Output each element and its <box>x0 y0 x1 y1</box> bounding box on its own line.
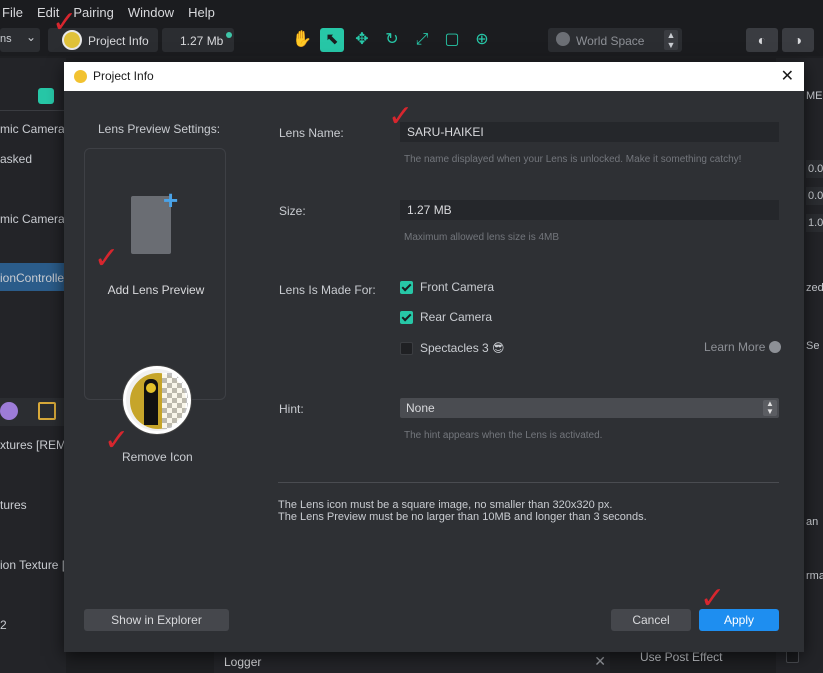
lens-name-value: SARU-HAIKEI <box>407 125 484 139</box>
annotation-checkmark: ✓ <box>388 100 414 133</box>
hint-label: Hint: <box>279 402 304 416</box>
inspector-value[interactable]: 1.0 <box>806 214 823 232</box>
list-item[interactable]: mic Camera <box>0 212 65 226</box>
transparency-icon <box>162 373 188 429</box>
list-item[interactable]: ionControlle <box>0 271 64 285</box>
spectacles-checkbox[interactable] <box>400 342 413 355</box>
cancel-button[interactable]: Cancel <box>611 609 691 631</box>
logger-panel: Logger ✕ <box>214 650 610 673</box>
project-size-text: 1.27 Mb <box>180 34 224 48</box>
rect-icon[interactable]: ▢ <box>440 28 464 52</box>
globe-icon <box>556 32 570 46</box>
dialog-titlebar: Project Info ✕ <box>64 62 804 91</box>
panel-divider <box>0 110 66 111</box>
snapchat-icon <box>74 70 87 83</box>
preview-settings-heading: Lens Preview Settings: <box>98 122 221 136</box>
updown-arrows-icon: ▲ ▼ <box>763 400 777 416</box>
logger-title: Logger <box>224 655 262 669</box>
spectacles-label: Spectacles 3 <box>420 341 489 355</box>
menu-pairing[interactable]: Pairing <box>73 5 113 20</box>
list-item[interactable]: 2 <box>0 618 7 632</box>
preview-button[interactable]: ◐ <box>746 28 778 52</box>
hint-select[interactable]: None ▲ ▼ <box>400 398 779 418</box>
remove-icon-link[interactable]: Remove Icon <box>122 450 193 464</box>
annotation-checkmark: ✓ <box>52 6 78 39</box>
face-icon <box>146 383 156 393</box>
layout-dropdown[interactable]: ns ⌄ <box>0 28 40 52</box>
toolbar: ns ⌄ Project Info 1.27 Mb ✋ ⬉ ✥ ↻ ⤢ ▢ ⊕ … <box>0 24 823 56</box>
inspector-value[interactable]: 0.0 <box>806 160 823 178</box>
list-item[interactable]: asked <box>0 152 32 166</box>
globe-icon <box>769 341 782 353</box>
list-item[interactable]: xtures [REM <box>0 438 66 452</box>
front-camera-checkbox[interactable] <box>400 281 413 294</box>
texture-icon[interactable] <box>38 402 56 420</box>
learn-more-link[interactable]: Learn More <box>704 340 782 354</box>
select-icon[interactable]: ⬉ <box>320 28 344 52</box>
send-button[interactable]: ◑ <box>782 28 814 52</box>
show-in-explorer-button[interactable]: Show in Explorer <box>84 609 229 631</box>
status-dot-icon <box>226 32 232 38</box>
size-label: Size: <box>279 204 306 218</box>
rear-camera-checkbox[interactable] <box>400 311 413 324</box>
objects-panel <box>0 58 66 673</box>
lens-name-input[interactable]: SARU-HAIKEI <box>400 122 779 142</box>
lens-icon[interactable] <box>123 366 191 434</box>
close-icon[interactable]: ✕ <box>781 66 794 86</box>
plus-icon: + <box>163 185 179 215</box>
preview-requirement-note: The Lens Preview must be no larger than … <box>278 511 647 523</box>
inspector-label: zed <box>806 282 823 294</box>
move-icon[interactable]: ✥ <box>350 28 374 52</box>
annotation-checkmark: ✓ <box>94 242 120 275</box>
space-dropdown[interactable]: World Space ▲ ▼ <box>548 28 682 52</box>
space-dropdown-text: World Space <box>576 34 645 48</box>
made-for-label: Lens Is Made For: <box>279 283 376 297</box>
list-item[interactable]: tures <box>0 498 27 512</box>
front-camera-label: Front Camera <box>420 280 495 294</box>
icon-requirement-note: The Lens icon must be a square image, no… <box>278 499 613 511</box>
sphere-icon[interactable] <box>0 402 18 420</box>
menu-help[interactable]: Help <box>188 5 215 20</box>
updown-arrows-icon: ▲ ▼ <box>664 30 678 50</box>
divider <box>278 482 779 483</box>
menu-window[interactable]: Window <box>128 5 174 20</box>
target-icon[interactable]: ⊕ <box>470 28 494 52</box>
lens-name-label: Lens Name: <box>279 126 344 140</box>
close-icon[interactable]: ✕ <box>594 653 606 670</box>
project-info-label: Project Info <box>88 34 149 48</box>
inspector-label: rma <box>806 570 823 582</box>
rear-camera-label: Rear Camera <box>420 310 493 324</box>
list-icon[interactable] <box>38 88 54 104</box>
add-preview-label: Add Lens Preview <box>107 283 205 297</box>
project-info-dialog: Project Info ✕ Lens Preview Settings: + … <box>64 62 804 652</box>
size-field: 1.27 MB <box>400 200 779 220</box>
hand-icon[interactable]: ✋ <box>290 28 314 52</box>
learn-more-label: Learn More <box>704 340 766 354</box>
inspector-value[interactable]: 0.0 <box>806 187 823 205</box>
chevron-down-icon: ⌄ <box>26 30 37 44</box>
hint-select-value: None <box>406 401 435 415</box>
layout-dropdown-text: ns <box>0 33 12 45</box>
hint-hint: The hint appears when the Lens is activa… <box>404 430 603 441</box>
list-item[interactable]: ion Texture [ <box>0 558 65 572</box>
inspector-label: ME <box>806 90 823 102</box>
project-size-indicator[interactable]: 1.27 Mb <box>162 28 234 52</box>
rotate-icon[interactable]: ↻ <box>380 28 404 52</box>
dialog-title: Project Info <box>93 69 154 83</box>
inspector-label: Se <box>806 340 820 352</box>
menu-file[interactable]: File <box>2 5 23 20</box>
size-value: 1.27 MB <box>407 203 452 217</box>
menu-bar: File Edit Pairing Window Help <box>0 0 823 24</box>
size-hint: Maximum allowed lens size is 4MB <box>404 232 560 243</box>
lens-name-hint: The name displayed when your Lens is unl… <box>404 154 742 165</box>
post-effect-label: Use Post Effect <box>640 650 723 664</box>
sunglasses-icon: 😎 <box>492 341 505 355</box>
scale-icon[interactable]: ⤢ <box>410 28 434 52</box>
annotation-checkmark: ✓ <box>104 424 130 457</box>
annotation-checkmark: ✓ <box>700 582 726 615</box>
inspector-label: an <box>806 516 819 528</box>
